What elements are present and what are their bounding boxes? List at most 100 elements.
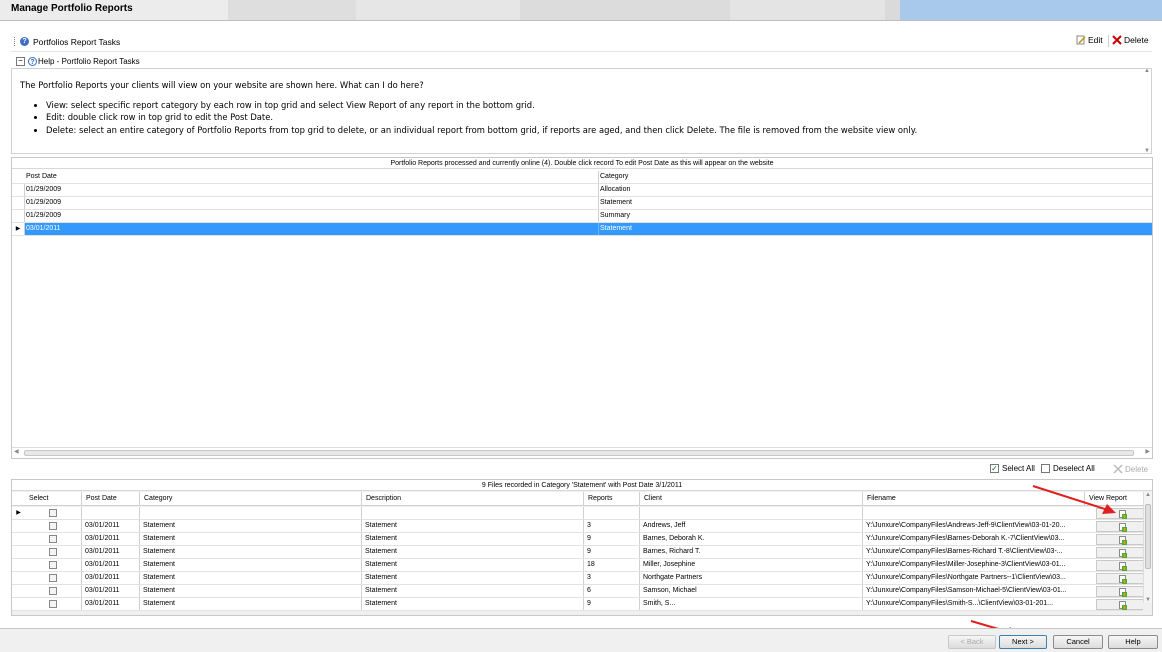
table-row[interactable]: 01/29/2009 Summary xyxy=(12,210,1152,223)
header-description[interactable]: Description xyxy=(361,492,401,505)
header-filename[interactable]: Filename xyxy=(862,492,896,505)
help-title: Help - Portfolio Report Tasks xyxy=(38,57,140,66)
cell-post-date: 03/01/2011 xyxy=(81,598,139,610)
cell-reports: 9 xyxy=(583,533,639,545)
empty-checkbox-icon xyxy=(1041,464,1050,473)
deselect-all-label: Deselect All xyxy=(1053,464,1095,473)
horizontal-scrollbar[interactable]: ◀ ▶ xyxy=(12,447,1152,457)
row-select-checkbox[interactable] xyxy=(49,509,57,517)
cell-filename: Y:\Junxure\CompanyFiles\Miller-Josephine… xyxy=(862,559,1084,571)
header-reports[interactable]: Reports xyxy=(583,492,613,505)
row-select-checkbox[interactable] xyxy=(49,600,57,608)
cell-description: Statement xyxy=(361,572,583,584)
scroll-right-icon[interactable]: ▶ xyxy=(1145,448,1150,455)
table-row[interactable]: 03/01/2011 Statement Statement 9 Smith, S...… xyxy=(12,598,1143,611)
tasks-title: Portfolios Report Tasks xyxy=(33,37,121,47)
row-select-checkbox[interactable] xyxy=(49,574,57,582)
cell-post-date: 03/01/2011 xyxy=(81,507,139,519)
cell-post-date: 01/29/2009 xyxy=(26,186,62,193)
deselect-all-checkbox[interactable]: Deselect All xyxy=(1041,464,1095,473)
help-book-icon: ? xyxy=(28,57,37,66)
view-report-icon xyxy=(1119,588,1127,597)
scroll-down-icon[interactable]: ▼ xyxy=(1144,148,1150,154)
row-select-checkbox[interactable] xyxy=(49,561,57,569)
view-report-button[interactable] xyxy=(1096,547,1143,558)
delete-files-button[interactable]: Delete xyxy=(1113,464,1148,474)
scroll-thumb[interactable] xyxy=(24,450,1134,456)
cell-client: Andrews, Jeff xyxy=(639,520,862,532)
view-report-button[interactable] xyxy=(1096,534,1143,545)
table-row[interactable]: 03/01/2011 Statement Statement 9 Barnes, Deb… xyxy=(12,533,1143,546)
row-header xyxy=(12,559,25,571)
view-report-button[interactable] xyxy=(1096,586,1143,597)
table-row[interactable]: 03/01/2011 Statement Statement 6 Samson, Mic… xyxy=(12,585,1143,598)
back-button[interactable]: < Back xyxy=(948,635,996,649)
cell-reports: 9 xyxy=(583,598,639,610)
cell-post-date: 03/01/2011 xyxy=(81,585,139,597)
scroll-down-icon[interactable]: ▼ xyxy=(1145,597,1151,603)
help-icon: ? xyxy=(20,37,29,46)
scroll-up-icon[interactable]: ▲ xyxy=(1144,68,1150,74)
view-report-button[interactable] xyxy=(1096,573,1143,584)
cell-reports: 18 xyxy=(583,559,639,571)
header-post-date[interactable]: Post Date xyxy=(26,171,57,183)
view-report-button[interactable] xyxy=(1096,521,1143,532)
cell-client: Miller, Josephine xyxy=(639,559,862,571)
view-report-button[interactable] xyxy=(1096,560,1143,571)
row-select-checkbox[interactable] xyxy=(49,548,57,556)
top-grid-caption: Portfolio Reports processed and currentl… xyxy=(12,158,1152,169)
table-row[interactable]: 03/01/2011 Statement Statement 9 Barnes, Ric… xyxy=(12,546,1143,559)
delete-files-label: Delete xyxy=(1125,464,1149,474)
cell-category: Statement xyxy=(139,520,361,532)
table-row[interactable]: 03/01/2011 Statement Statement 3 Andrews, Je… xyxy=(12,520,1143,533)
header-category[interactable]: Category xyxy=(598,171,628,183)
table-row[interactable]: 03/01/2011 Statement Statement 18 Miller, Jo… xyxy=(12,559,1143,572)
cell-category: Summary xyxy=(598,210,630,222)
table-row[interactable]: 01/29/2009 Allocation xyxy=(12,184,1152,197)
cancel-button[interactable]: Cancel xyxy=(1053,635,1103,649)
view-report-icon xyxy=(1119,549,1127,558)
table-row[interactable]: 01/29/2009 Statement xyxy=(12,197,1152,210)
delete-label: Delete xyxy=(1124,35,1149,45)
header-category[interactable]: Category xyxy=(139,492,172,505)
cell-filename: Y:\Junxure\CompanyFiles\Barnes-Richard T… xyxy=(862,546,1084,558)
cell-description: Statement xyxy=(361,598,583,610)
row-select-checkbox[interactable] xyxy=(49,522,57,530)
table-row[interactable]: 03/01/2011 Statement Statement 3 Northgate P… xyxy=(12,572,1143,585)
header-client[interactable]: Client xyxy=(639,492,662,505)
view-report-icon xyxy=(1119,536,1127,545)
cell-post-date: 03/01/2011 xyxy=(81,546,139,558)
delete-x-icon xyxy=(1112,35,1122,45)
categories-grid[interactable]: Portfolio Reports processed and currentl… xyxy=(11,157,1153,459)
files-grid[interactable]: 9 Files recorded in Category 'Statement'… xyxy=(11,479,1153,616)
cell-category: Statement xyxy=(139,507,361,519)
cell-post-date: 03/01/2011 xyxy=(81,533,139,545)
cell-category: Statement xyxy=(139,546,361,558)
table-row-selected[interactable]: ▶ 03/01/2011 Statement xyxy=(12,223,1152,236)
grip-icon xyxy=(14,37,17,46)
next-button[interactable]: Next > xyxy=(999,635,1047,649)
header-post-date[interactable]: Post Date xyxy=(81,492,117,505)
cell-client: Samson, Michael xyxy=(639,585,862,597)
scroll-thumb[interactable] xyxy=(1145,504,1151,569)
select-all-checkbox[interactable]: ✓ Select All xyxy=(990,464,1035,473)
help-scrollbar[interactable]: ▲ ▼ xyxy=(1143,68,1152,154)
row-select-checkbox[interactable] xyxy=(49,535,57,543)
cell-description: Statement xyxy=(361,507,583,519)
window-title: Manage Portfolio Reports xyxy=(11,3,133,14)
table-row-selected[interactable]: ▶ 03/01/2011 Statement Statement 9 Andrews, G… xyxy=(12,507,1143,520)
scroll-left-icon[interactable]: ◀ xyxy=(14,448,19,455)
edit-button[interactable]: Edit xyxy=(1076,35,1103,45)
help-button[interactable]: Help xyxy=(1108,635,1158,649)
cell-reports: 3 xyxy=(583,572,639,584)
header-select[interactable]: Select xyxy=(25,492,48,505)
cell-filename: Y:\Junxure\CompanyFiles\Smith-S...\Clien… xyxy=(862,598,1084,610)
cell-category: Statement xyxy=(598,197,632,209)
collapse-toggle[interactable]: − xyxy=(16,57,25,66)
row-header xyxy=(12,598,25,610)
delete-button[interactable]: Delete xyxy=(1112,35,1149,45)
scroll-up-icon[interactable]: ▲ xyxy=(1145,492,1151,498)
view-report-button[interactable] xyxy=(1096,599,1143,610)
row-select-checkbox[interactable] xyxy=(49,587,57,595)
vertical-scrollbar[interactable]: ▲ ▼ xyxy=(1143,492,1152,603)
